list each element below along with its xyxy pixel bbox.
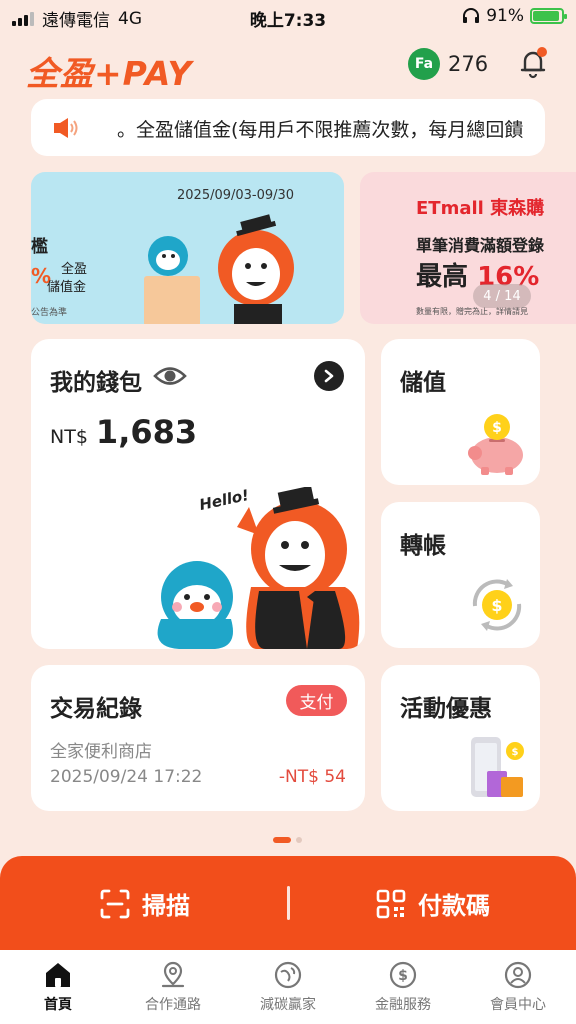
- battery-percent: 91%: [486, 6, 524, 26]
- tab-partners[interactable]: 合作通路: [123, 960, 223, 1014]
- tab-label: 減碳贏家: [260, 997, 316, 1013]
- qr-code-icon: [376, 889, 406, 918]
- svg-text:$: $: [491, 596, 502, 615]
- home-icon: [46, 963, 70, 987]
- balance-value: 1,683: [95, 413, 198, 451]
- promotions-card[interactable]: 活動優惠 $: [381, 665, 540, 811]
- payment-code-label: 付款碼: [418, 892, 490, 920]
- bottom-tab-bar: 首頁 合作通路 減碳贏家 $ 金融服務 會員中心: [0, 950, 576, 1024]
- points-display[interactable]: Fa 276: [408, 48, 488, 80]
- headphones-icon: [463, 8, 480, 23]
- action-divider: [287, 886, 290, 920]
- transaction-store: 全家便利商店: [50, 742, 152, 762]
- tab-home[interactable]: 首頁: [8, 960, 108, 1014]
- transfer-card[interactable]: 轉帳 $: [381, 502, 540, 648]
- mascot-illustration: [144, 214, 294, 324]
- transaction-datetime: 2025/09/24 17:22: [50, 767, 203, 787]
- tab-carbon[interactable]: 減碳贏家: [238, 960, 338, 1014]
- card-page-indicator: [273, 837, 302, 843]
- transaction-type-badge: 支付: [286, 685, 347, 716]
- banner-footnote: 公告為準: [31, 308, 68, 318]
- banner-date: 2025/09/03-09/30: [177, 188, 295, 203]
- tab-member[interactable]: 會員中心: [468, 960, 568, 1014]
- points-value: 276: [448, 52, 489, 76]
- promo-banner-2[interactable]: ETmall 東森購 單筆消費滿額登錄 最高 16% 數量有限，贈完為止，詳情請…: [360, 172, 576, 324]
- wallet-balance: NT$ 1,683: [50, 413, 197, 451]
- mascot-illustration: [157, 487, 360, 649]
- notification-dot: [537, 47, 547, 57]
- action-bar: 掃描 付款碼: [0, 856, 576, 952]
- tab-label: 會員中心: [490, 997, 546, 1013]
- banner-text: 檻: [31, 237, 48, 257]
- transactions-card[interactable]: 交易紀錄 支付 全家便利商店 2025/09/24 17:22 -NT$ 54: [31, 665, 365, 811]
- transfer-title: 轉帳: [400, 533, 446, 559]
- banner-headline: 單筆消費滿額登錄: [416, 236, 545, 255]
- scan-label: 掃描: [142, 892, 190, 920]
- svg-text:$: $: [492, 420, 502, 436]
- svg-text:$: $: [398, 968, 408, 984]
- svg-text:$: $: [512, 747, 519, 758]
- transactions-title: 交易紀錄: [50, 696, 142, 722]
- user-icon: [504, 961, 532, 989]
- topup-card[interactable]: 儲值 $: [381, 339, 540, 485]
- earth-leaf-icon: [274, 961, 302, 989]
- banner-text: 儲值金: [47, 280, 87, 295]
- status-bar: 遠傳電信 4G 晚上7:33 91%: [0, 0, 576, 34]
- announcement-marquee[interactable]: 。全盈儲值金(每用戶不限推薦次數，每月總回饋: [31, 99, 545, 156]
- tab-label: 合作通路: [145, 997, 201, 1013]
- status-right: 91%: [462, 6, 567, 26]
- scan-button[interactable]: 掃描: [100, 886, 190, 921]
- wallet-detail-button[interactable]: [314, 361, 344, 391]
- scan-icon: [100, 889, 130, 918]
- points-icon: Fa: [408, 48, 440, 80]
- tab-finance[interactable]: $ 金融服務: [353, 960, 453, 1014]
- topup-title: 儲值: [400, 370, 446, 396]
- payment-code-button[interactable]: 付款碼: [376, 886, 490, 921]
- chevron-right-icon: [324, 369, 334, 383]
- dollar-coin-icon: $: [389, 961, 417, 989]
- shopping-phone-icon: $: [471, 737, 524, 797]
- speaker-icon: [54, 118, 78, 138]
- tab-label: 金融服務: [375, 997, 431, 1013]
- promotions-title: 活動優惠: [400, 696, 492, 722]
- promo-banner-1[interactable]: 2025/09/03-09/30 檻 % 全盈 儲值金 公告為準: [31, 172, 344, 324]
- wallet-title: 我的錢包: [50, 370, 142, 396]
- tab-label: 首頁: [44, 997, 72, 1013]
- eye-icon[interactable]: [153, 363, 187, 389]
- banner-brand: ETmall 東森購: [416, 198, 545, 219]
- wallet-card[interactable]: 我的錢包 NT$ 1,683 Hello!: [31, 339, 365, 649]
- banner-text: 全盈: [61, 262, 88, 277]
- app-logo: 全盈+PAY: [26, 54, 193, 93]
- transfer-coin-icon: $: [472, 579, 522, 631]
- transaction-amount: -NT$ 54: [278, 767, 346, 787]
- announcement-text: 。全盈儲值金(每用戶不限推薦次數，每月總回饋: [117, 119, 524, 141]
- balance-currency: NT$: [50, 426, 88, 448]
- piggy-bank-icon: $: [468, 414, 523, 475]
- location-pin-icon: [161, 961, 185, 988]
- banner-pager: 4 / 14: [473, 284, 531, 308]
- battery-icon: [530, 8, 567, 24]
